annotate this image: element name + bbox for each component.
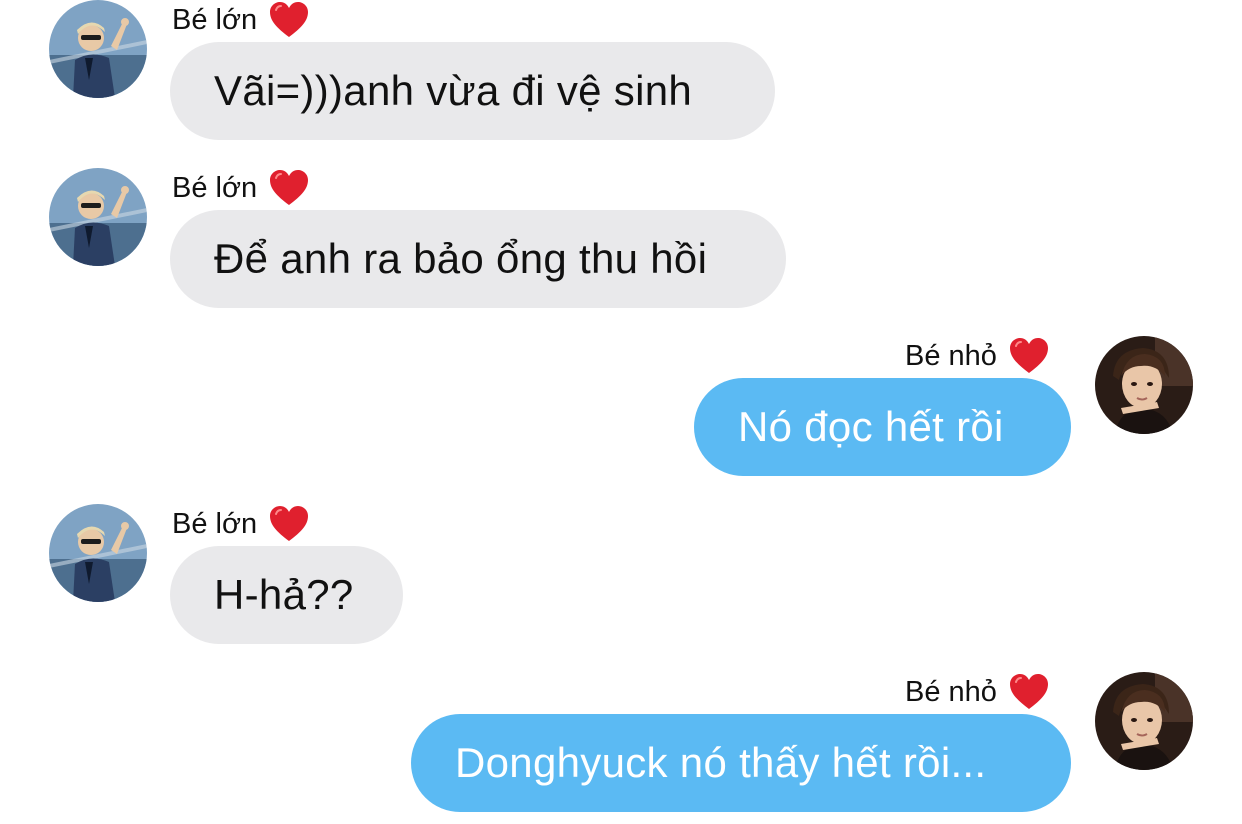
message-text: Vãi=)))anh vừa đi vệ sinh — [214, 67, 693, 114]
message-text: H-hả?? — [214, 571, 354, 618]
red-heart-icon — [269, 505, 309, 543]
sender-name-row: Bé nhỏ — [905, 336, 1049, 376]
red-heart-icon — [1009, 337, 1049, 375]
message-text: Để anh ra bảo ổng thu hồi — [214, 235, 708, 282]
avatar-be-lon[interactable] — [49, 168, 147, 266]
red-heart-icon — [269, 1, 309, 39]
avatar-be-lon[interactable] — [49, 0, 147, 98]
sender-name: Bé nhỏ — [905, 675, 997, 708]
avatar-be-nho[interactable] — [1095, 336, 1193, 434]
sender-name: Bé lớn — [172, 507, 258, 540]
sender-name-row: Bé lớn — [172, 168, 309, 208]
red-heart-icon — [1009, 673, 1049, 711]
message-bubble[interactable]: Để anh ra bảo ổng thu hồi — [170, 210, 786, 308]
sender-name: Bé lớn — [172, 171, 258, 204]
message-bubble[interactable]: Donghyuck nó thấy hết rồi... — [411, 714, 1071, 812]
sender-name: Bé lớn — [172, 3, 258, 36]
sender-name-row: Bé nhỏ — [905, 672, 1049, 712]
message-bubble[interactable]: Vãi=)))anh vừa đi vệ sinh — [170, 42, 775, 140]
sender-name: Bé nhỏ — [905, 339, 997, 372]
message-bubble[interactable]: H-hả?? — [170, 546, 403, 644]
message-text: Donghyuck nó thấy hết rồi... — [455, 739, 987, 786]
red-heart-icon — [269, 169, 309, 207]
message-bubble[interactable]: Nó đọc hết rồi — [694, 378, 1071, 476]
sender-name-row: Bé lớn — [172, 504, 309, 544]
avatar-be-nho[interactable] — [1095, 672, 1193, 770]
message-text: Nó đọc hết rồi — [738, 403, 1004, 450]
sender-name-row: Bé lớn — [172, 0, 309, 40]
avatar-be-lon[interactable] — [49, 504, 147, 602]
